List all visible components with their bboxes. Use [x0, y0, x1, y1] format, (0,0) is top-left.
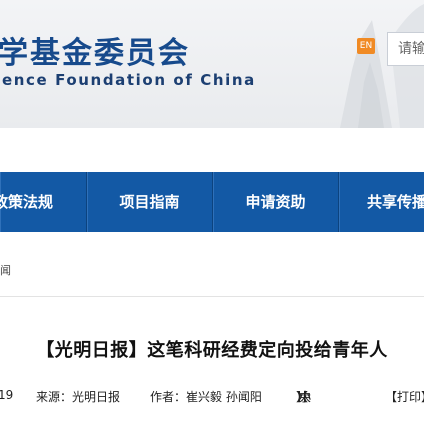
print-button[interactable]: 【打印】	[385, 388, 424, 405]
nav-item-project-guide[interactable]: 项目指南	[87, 172, 213, 232]
article-source: 来源：光明日报	[36, 390, 121, 404]
content-divider	[0, 296, 424, 297]
main-navigation: 政策法规 项目指南 申请资助 共享传播	[0, 172, 424, 232]
article-date: 19	[0, 388, 14, 402]
nav-item-sharing[interactable]: 共享传播	[339, 172, 424, 232]
breadcrumb[interactable]: 闻	[0, 262, 11, 278]
article-meta: 19 来源：光明日报 作者：崔兴毅 孙闻阳 【大中小】 【打印】	[0, 388, 424, 408]
search-input[interactable]: 请输	[387, 32, 424, 66]
nav-item-policies[interactable]: 政策法规	[0, 172, 87, 232]
nav-item-apply-funding[interactable]: 申请资助	[213, 172, 339, 232]
article-title: 【光明日报】这笔科研经费定向投给青年人	[36, 340, 388, 361]
font-size-bracket-close: 】	[296, 390, 309, 404]
site-header: 学基金委员会 ence Foundation of China EN 请输	[0, 0, 424, 128]
site-logo-title[interactable]: 学基金委员会	[0, 28, 190, 72]
english-language-button[interactable]: EN	[357, 38, 375, 54]
article-author: 作者：崔兴毅 孙闻阳	[150, 390, 262, 404]
site-logo-subtitle[interactable]: ence Foundation of China	[2, 71, 256, 89]
